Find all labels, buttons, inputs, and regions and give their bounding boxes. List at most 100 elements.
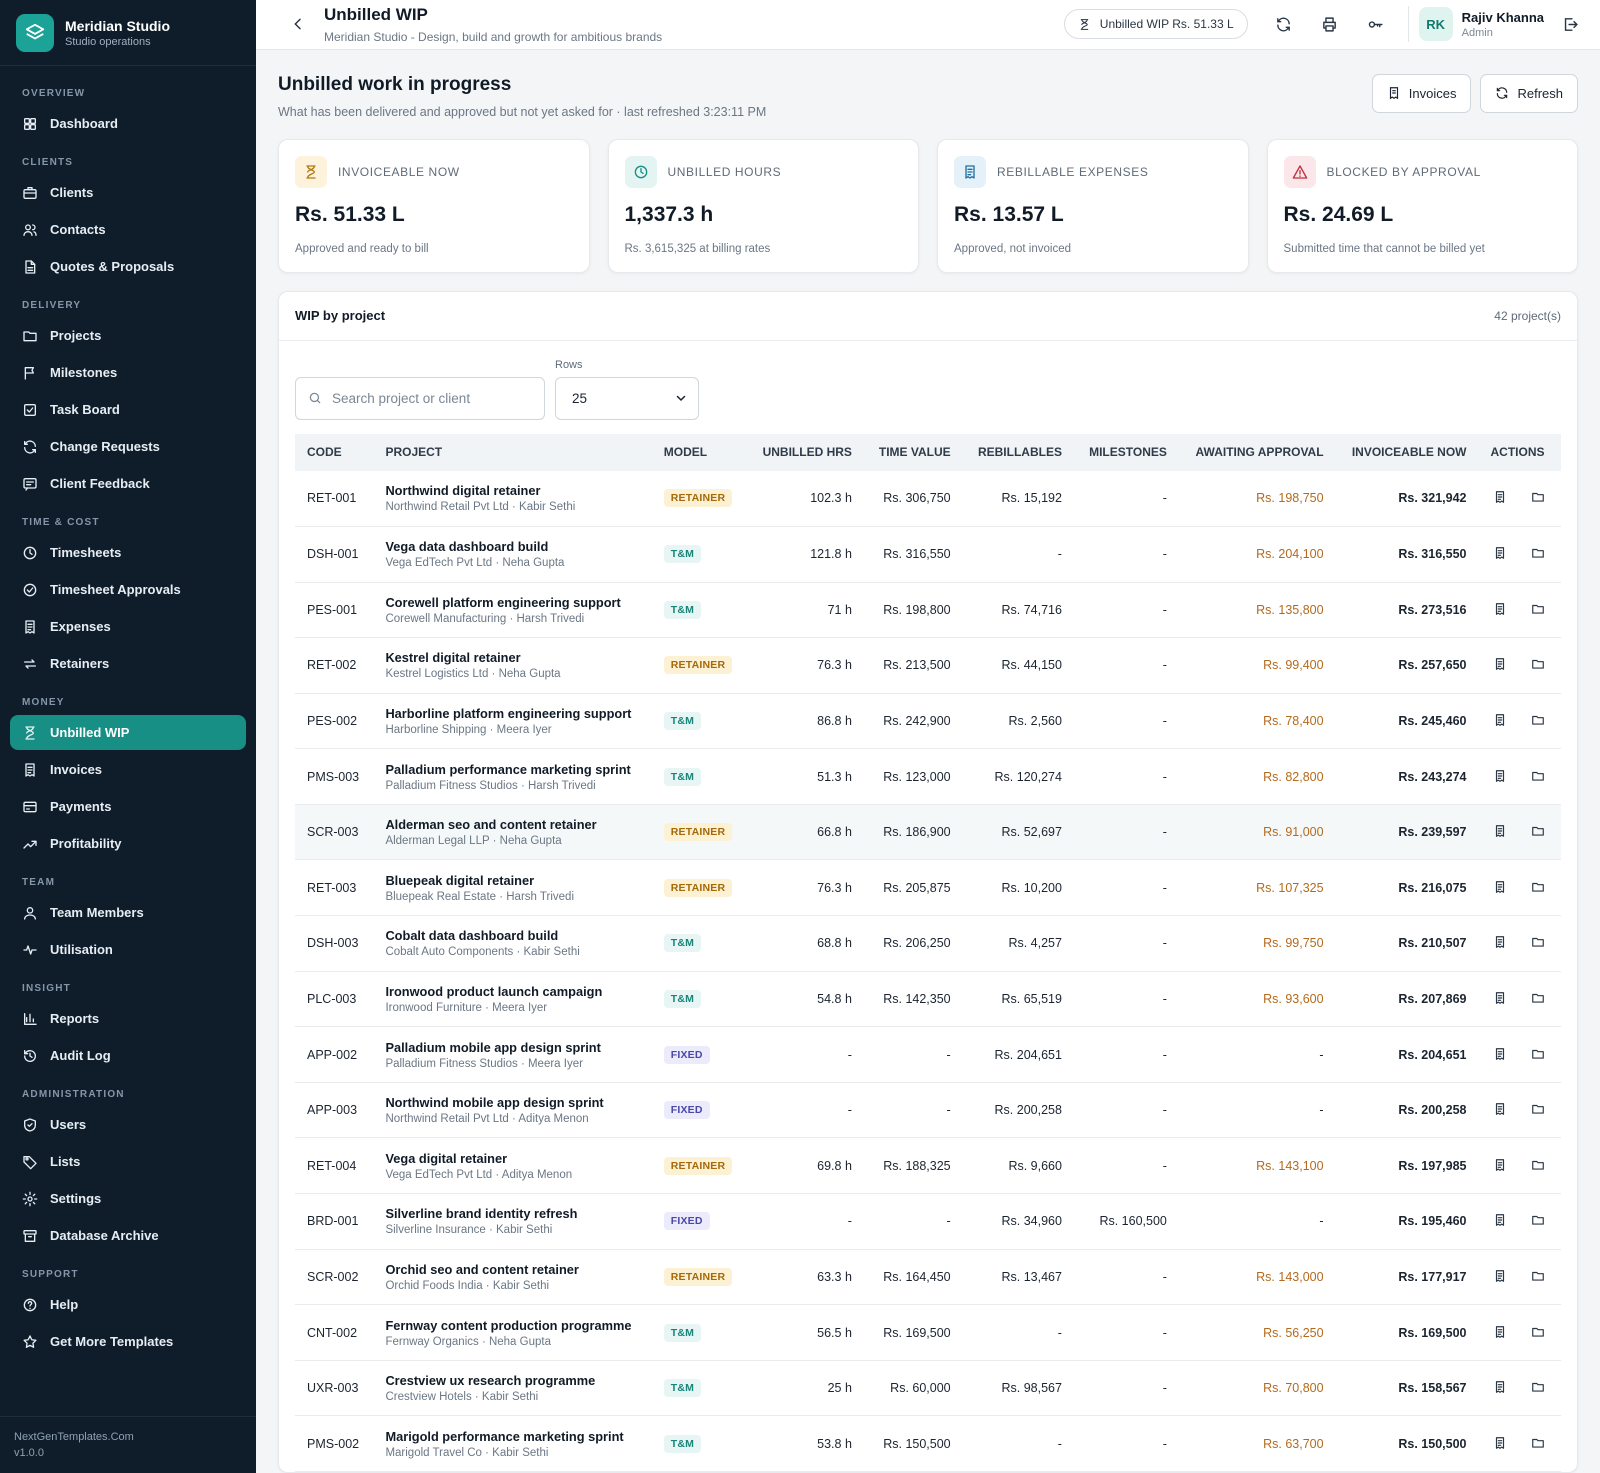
open-project-icon[interactable]	[1530, 768, 1546, 784]
table-row[interactable]: RET-004 Vega digital retainer Vega EdTech …	[295, 1137, 1561, 1195]
project-name[interactable]: Fernway content production programme	[385, 1318, 639, 1333]
cell-project[interactable]: Fernway content production programme Fern…	[373, 1304, 652, 1361]
project-name[interactable]: Marigold performance marketing sprint	[385, 1429, 639, 1444]
open-project-icon[interactable]	[1530, 1324, 1546, 1340]
sidebar-item-task-board[interactable]: Task Board	[10, 392, 246, 427]
footer-site[interactable]: NextGenTemplates.Com	[14, 1429, 242, 1445]
column-header-awaiting-approval[interactable]: AWAITING APPROVAL	[1178, 433, 1336, 471]
column-header-rebillables[interactable]: REBILLABLES	[962, 433, 1074, 471]
refresh-button[interactable]: Refresh	[1480, 73, 1578, 113]
column-header-time-value[interactable]: TIME VALUE	[863, 433, 963, 471]
column-header-actions[interactable]: ACTIONS	[1478, 433, 1561, 471]
create-invoice-icon[interactable]	[1492, 1212, 1508, 1228]
table-row[interactable]: CNT-002 Fernway content production progra…	[295, 1304, 1561, 1361]
project-name[interactable]: Vega data dashboard build	[385, 539, 639, 554]
cell-project[interactable]: Crestview ux research programme Crestview…	[373, 1360, 652, 1417]
sidebar-item-milestones[interactable]: Milestones	[10, 355, 246, 390]
cell-project[interactable]: Palladium performance marketing sprint Pa…	[373, 748, 652, 805]
cell-project[interactable]: Marigold performance marketing sprint Mar…	[373, 1415, 652, 1472]
sidebar-item-profitability[interactable]: Profitability	[10, 826, 246, 861]
project-name[interactable]: Palladium mobile app design sprint	[385, 1040, 639, 1055]
create-invoice-icon[interactable]	[1492, 823, 1508, 839]
column-header-unbilled-hrs[interactable]: UNBILLED HRS	[747, 433, 864, 471]
sidebar-item-projects[interactable]: Projects	[10, 318, 246, 353]
table-row[interactable]: RET-001 Northwind digital retainer Northwi…	[295, 470, 1561, 527]
create-invoice-icon[interactable]	[1492, 1379, 1508, 1395]
sidebar-item-database-archive[interactable]: Database Archive	[10, 1218, 246, 1253]
sidebar-item-quotes-and-proposals[interactable]: Quotes & Proposals	[10, 249, 246, 284]
sidebar-item-timesheets[interactable]: Timesheets	[10, 535, 246, 570]
cell-project[interactable]: Ironwood product launch campaign Ironwood…	[373, 971, 652, 1028]
cell-project[interactable]: Cobalt data dashboard build Cobalt Auto C…	[373, 915, 652, 972]
create-invoice-icon[interactable]	[1492, 1157, 1508, 1173]
table-row[interactable]: RET-003 Bluepeak digital retainer Bluepeak…	[295, 859, 1561, 917]
cell-project[interactable]: Northwind digital retainer Northwind Reta…	[373, 470, 652, 527]
table-row[interactable]: PLC-003 Ironwood product launch campaign I…	[295, 971, 1561, 1028]
project-name[interactable]: Orchid seo and content retainer	[385, 1262, 639, 1277]
cell-project[interactable]: Alderman seo and content retainer Alderma…	[373, 804, 652, 861]
open-project-icon[interactable]	[1530, 1435, 1546, 1451]
search-input[interactable]: Search project or client	[295, 376, 545, 420]
cell-project[interactable]: Vega data dashboard build Vega EdTech Pvt…	[373, 526, 652, 583]
sidebar-item-unbilled-wip[interactable]: Unbilled WIP	[10, 715, 246, 750]
create-invoice-icon[interactable]	[1492, 1101, 1508, 1117]
unbilled-wip-pill[interactable]: Unbilled WIP Rs. 51.33 L	[1063, 9, 1248, 40]
table-row[interactable]: PMS-002 Marigold performance marketing sp…	[295, 1415, 1561, 1472]
project-name[interactable]: Ironwood product launch campaign	[385, 984, 639, 999]
open-project-icon[interactable]	[1530, 545, 1546, 561]
open-project-icon[interactable]	[1530, 879, 1546, 895]
sidebar-item-invoices[interactable]: Invoices	[10, 752, 246, 787]
project-name[interactable]: Silverline brand identity refresh	[385, 1206, 639, 1221]
create-invoice-icon[interactable]	[1492, 1324, 1508, 1340]
table-row[interactable]: BRD-001 Silverline brand identity refresh…	[295, 1193, 1561, 1250]
sidebar-item-client-feedback[interactable]: Client Feedback	[10, 466, 246, 501]
table-row[interactable]: PES-001 Corewell platform engineering sup…	[295, 582, 1561, 639]
back-button[interactable]	[284, 10, 312, 38]
open-project-icon[interactable]	[1530, 1046, 1546, 1062]
open-project-icon[interactable]	[1530, 1212, 1546, 1228]
table-row[interactable]: RET-002 Kestrel digital retainer Kestrel L…	[295, 637, 1561, 694]
project-name[interactable]: Vega digital retainer	[385, 1151, 639, 1166]
sidebar-item-settings[interactable]: Settings	[10, 1181, 246, 1216]
create-invoice-icon[interactable]	[1492, 545, 1508, 561]
project-name[interactable]: Palladium performance marketing sprint	[385, 762, 639, 777]
create-invoice-icon[interactable]	[1492, 601, 1508, 617]
cell-project[interactable]: Northwind mobile app design sprint Northw…	[373, 1082, 652, 1139]
create-invoice-icon[interactable]	[1492, 879, 1508, 895]
avatar[interactable]: RK	[1418, 7, 1453, 42]
open-project-icon[interactable]	[1530, 712, 1546, 728]
open-project-icon[interactable]	[1530, 489, 1546, 505]
logout-button[interactable]	[1558, 12, 1582, 36]
sidebar-item-change-requests[interactable]: Change Requests	[10, 429, 246, 464]
cell-project[interactable]: Bluepeak digital retainer Bluepeak Real E…	[373, 859, 652, 917]
table-row[interactable]: SCR-003 Alderman seo and content retainer…	[295, 804, 1561, 861]
create-invoice-icon[interactable]	[1492, 990, 1508, 1006]
sidebar-item-retainers[interactable]: Retainers	[10, 646, 246, 681]
open-project-icon[interactable]	[1530, 934, 1546, 950]
project-name[interactable]: Kestrel digital retainer	[385, 650, 639, 665]
cell-project[interactable]: Vega digital retainer Vega EdTech Pvt Ltd…	[373, 1137, 652, 1195]
create-invoice-icon[interactable]	[1492, 934, 1508, 950]
cell-project[interactable]: Kestrel digital retainer Kestrel Logistic…	[373, 637, 652, 694]
open-project-icon[interactable]	[1530, 1101, 1546, 1117]
table-row[interactable]: UXR-003 Crestview ux research programme Cr…	[295, 1360, 1561, 1417]
create-invoice-icon[interactable]	[1492, 489, 1508, 505]
cell-project[interactable]: Harborline platform engineering support H…	[373, 693, 652, 750]
sidebar-item-help[interactable]: Help	[10, 1287, 246, 1322]
brand[interactable]: Meridian Studio Studio operations	[0, 0, 256, 66]
column-header-project[interactable]: PROJECT	[373, 433, 652, 471]
sidebar-item-utilisation[interactable]: Utilisation	[10, 932, 246, 967]
invoices-button[interactable]: Invoices	[1371, 73, 1472, 113]
table-row[interactable]: APP-003 Northwind mobile app design sprin…	[295, 1082, 1561, 1139]
project-name[interactable]: Cobalt data dashboard build	[385, 928, 639, 943]
sidebar-item-payments[interactable]: Payments	[10, 789, 246, 824]
table-row[interactable]: DSH-003 Cobalt data dashboard build Cobalt…	[295, 915, 1561, 972]
open-project-icon[interactable]	[1530, 656, 1546, 672]
create-invoice-icon[interactable]	[1492, 656, 1508, 672]
project-name[interactable]: Northwind digital retainer	[385, 483, 639, 498]
column-header-milestones[interactable]: MILESTONES	[1073, 433, 1179, 471]
key-button[interactable]	[1356, 4, 1396, 44]
sidebar-item-contacts[interactable]: Contacts	[10, 212, 246, 247]
table-row[interactable]: PMS-003 Palladium performance marketing s…	[295, 748, 1561, 805]
rows-select[interactable]: 25	[555, 376, 699, 420]
